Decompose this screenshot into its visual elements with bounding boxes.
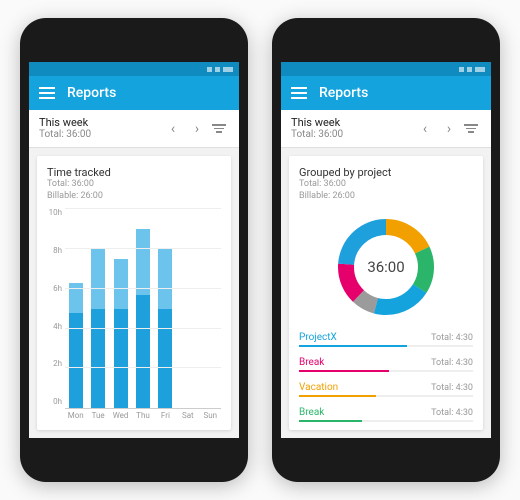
time-tracked-card: Time tracked Total: 36:00 Billable: 26:0… — [37, 156, 231, 430]
bar-col — [202, 209, 219, 408]
filter-period: This week — [39, 117, 161, 129]
filter-total: Total: 36:00 — [39, 129, 161, 140]
filter-icon[interactable] — [209, 124, 229, 133]
prev-period-button[interactable]: ‹ — [413, 121, 437, 137]
bar-chart: 10h8h6h4h2h0h MonTueWedThuFriSatSun — [47, 208, 221, 420]
project-list: ProjectXTotal: 4:30BreakTotal: 4:30Vacat… — [299, 332, 473, 422]
y-axis: 10h8h6h4h2h0h — [47, 208, 65, 420]
bar-col — [134, 209, 151, 408]
filter-bar: This week Total: 36:00 ‹ › — [29, 110, 239, 148]
bar-col — [179, 209, 196, 408]
screen: Reports This week Total: 36:00 ‹ › Time … — [29, 62, 239, 438]
card-header: Time tracked Total: 36:00 Billable: 26:0… — [47, 166, 221, 202]
content: Time tracked Total: 36:00 Billable: 26:0… — [29, 148, 239, 438]
filter-period-block[interactable]: This week Total: 36:00 — [291, 117, 413, 140]
filter-bar: This week Total: 36:00 ‹ › — [281, 110, 491, 148]
app-title: Reports — [67, 85, 116, 101]
bar-col — [157, 209, 174, 408]
project-total: Total: 4:30 — [431, 408, 473, 418]
app-bar: Reports — [281, 76, 491, 110]
project-name: Vacation — [299, 382, 338, 393]
next-period-button[interactable]: › — [437, 121, 461, 137]
project-total: Total: 4:30 — [431, 333, 473, 343]
app-bar: Reports — [29, 76, 239, 110]
phone-left: Reports This week Total: 36:00 ‹ › Time … — [20, 18, 248, 482]
card-billable: Billable: 26:00 — [47, 191, 221, 203]
status-bar — [29, 62, 239, 76]
project-row[interactable]: ProjectX Total: 4:30 — [299, 332, 473, 347]
filter-icon[interactable] — [461, 124, 481, 133]
next-period-button[interactable]: › — [185, 121, 209, 137]
filter-total: Total: 36:00 — [291, 129, 413, 140]
card-header: Grouped by project Total: 36:00 Billable… — [299, 166, 473, 202]
filter-period: This week — [291, 117, 413, 129]
prev-period-button[interactable]: ‹ — [161, 121, 185, 137]
card-billable: Billable: 26:00 — [299, 191, 473, 203]
donut-chart: 36:00 — [299, 208, 473, 330]
phone-right: Reports This week Total: 36:00 ‹ › Group… — [272, 18, 500, 482]
card-title: Grouped by project — [299, 166, 473, 179]
card-total: Total: 36:00 — [299, 179, 473, 191]
bars-area — [65, 208, 221, 409]
project-row[interactable]: Break Total: 4:30 — [299, 357, 473, 372]
card-title: Time tracked — [47, 166, 221, 179]
app-title: Reports — [319, 85, 368, 101]
grouped-by-project-card: Grouped by project Total: 36:00 Billable… — [289, 156, 483, 430]
status-bar — [281, 62, 491, 76]
card-total: Total: 36:00 — [47, 179, 221, 191]
bar-col — [89, 209, 106, 408]
project-total: Total: 4:30 — [431, 358, 473, 368]
x-axis: MonTueWedThuFriSatSun — [65, 409, 221, 420]
menu-icon[interactable] — [291, 87, 307, 99]
project-name: ProjectX — [299, 332, 337, 343]
project-name: Break — [299, 407, 324, 418]
menu-icon[interactable] — [39, 87, 55, 99]
filter-period-block[interactable]: This week Total: 36:00 — [39, 117, 161, 140]
project-name: Break — [299, 357, 324, 368]
bar-col — [67, 209, 84, 408]
content: Grouped by project Total: 36:00 Billable… — [281, 148, 491, 438]
screen: Reports This week Total: 36:00 ‹ › Group… — [281, 62, 491, 438]
bar-col — [112, 209, 129, 408]
project-total: Total: 4:30 — [431, 383, 473, 393]
project-row[interactable]: Break Total: 4:30 — [299, 407, 473, 422]
donut-center-label: 36:00 — [331, 212, 441, 322]
project-row[interactable]: Vacation Total: 4:30 — [299, 382, 473, 397]
